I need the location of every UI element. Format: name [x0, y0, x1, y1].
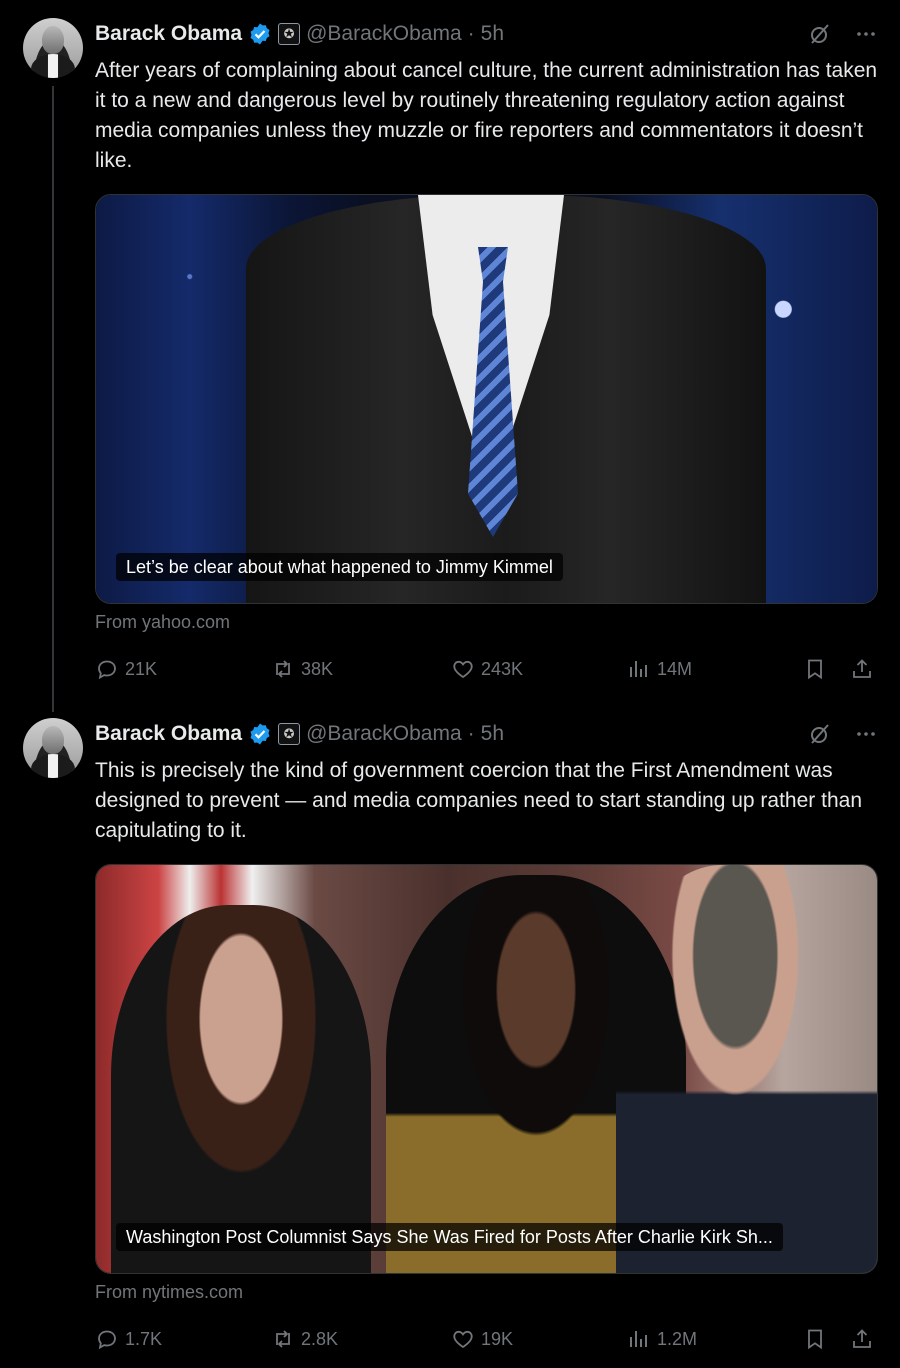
share-button[interactable] [850, 1324, 874, 1354]
like-button[interactable]: 19K [451, 1324, 513, 1354]
repost-icon [276, 1330, 290, 1348]
tweet-actions: 1.7K 2.8K 19K 1.2M [95, 1324, 880, 1354]
like-count: 19K [481, 1328, 514, 1349]
card-caption: Let’s be clear about what happened to Ji… [116, 553, 563, 581]
views-icon [630, 1331, 647, 1347]
repost-button[interactable]: 38K [271, 654, 333, 684]
reply-icon [98, 660, 116, 680]
tweet-header: Barack Obama ✪ @BarackObama · 5h [95, 720, 504, 748]
tweet-top-actions [808, 722, 878, 746]
author-handle[interactable]: @BarackObama [306, 722, 462, 746]
repost-icon [276, 660, 290, 678]
repost-count: 38K [301, 658, 334, 679]
author-name[interactable]: Barack Obama [95, 22, 242, 46]
avatar[interactable] [23, 718, 83, 778]
reply-button[interactable]: 21K [95, 654, 157, 684]
bookmark-icon [808, 659, 822, 680]
tweet-top-actions [808, 22, 878, 46]
views-icon [630, 661, 647, 677]
author-name[interactable]: Barack Obama [95, 722, 242, 746]
reply-count: 21K [125, 658, 158, 679]
card-caption: Washington Post Columnist Says She Was F… [116, 1223, 783, 1251]
link-card[interactable]: Washington Post Columnist Says She Was F… [95, 864, 878, 1274]
verified-badge-icon[interactable] [248, 22, 272, 46]
more-icon[interactable] [854, 722, 878, 746]
separator-dot: · [467, 22, 475, 45]
card-source[interactable]: From nytimes.com [95, 1282, 243, 1303]
share-icon [853, 1329, 871, 1348]
reply-button[interactable]: 1.7K [95, 1324, 162, 1354]
tweet[interactable]: Barack Obama ✪ @BarackObama · 5h This is… [0, 700, 900, 1368]
government-badge-icon[interactable]: ✪ [278, 23, 301, 45]
timestamp[interactable]: 5h [481, 22, 504, 46]
avatar[interactable] [23, 18, 83, 78]
card-image [96, 865, 877, 1273]
grok-icon[interactable] [808, 22, 832, 46]
views-button[interactable]: 1.2M [627, 1324, 697, 1354]
reply-count: 1.7K [125, 1328, 163, 1349]
share-button[interactable] [850, 654, 874, 684]
link-card[interactable]: Let’s be clear about what happened to Ji… [95, 194, 878, 604]
bookmark-icon [808, 1329, 822, 1350]
verified-badge-icon[interactable] [248, 722, 272, 746]
timestamp[interactable]: 5h [481, 722, 504, 746]
author-handle[interactable]: @BarackObama [306, 22, 462, 46]
like-count: 243K [481, 658, 524, 679]
grok-icon[interactable] [808, 722, 832, 746]
tweet[interactable]: Barack Obama ✪ @BarackObama · 5h After y… [0, 0, 900, 712]
repost-count: 2.8K [301, 1328, 339, 1349]
tweet-text: This is precisely the kind of government… [95, 759, 862, 842]
bookmark-button[interactable] [803, 1324, 827, 1354]
card-image [96, 195, 877, 603]
like-icon [453, 1330, 473, 1349]
share-icon [853, 659, 871, 678]
separator-dot: · [467, 722, 475, 745]
more-icon[interactable] [854, 22, 878, 46]
view-count: 1.2M [657, 1328, 698, 1349]
reply-icon [98, 1330, 116, 1350]
tweet-actions: 21K 38K 243K 14M [95, 654, 880, 684]
tweet-text: After years of complaining about cancel … [95, 59, 878, 172]
like-button[interactable]: 243K [451, 654, 523, 684]
views-button[interactable]: 14M [627, 654, 692, 684]
tweet-header: Barack Obama ✪ @BarackObama · 5h [95, 20, 504, 48]
card-source[interactable]: From yahoo.com [95, 612, 230, 633]
view-count: 14M [657, 658, 693, 679]
bookmark-button[interactable] [803, 654, 827, 684]
government-badge-icon[interactable]: ✪ [278, 723, 301, 745]
like-icon [453, 660, 473, 679]
repost-button[interactable]: 2.8K [271, 1324, 338, 1354]
